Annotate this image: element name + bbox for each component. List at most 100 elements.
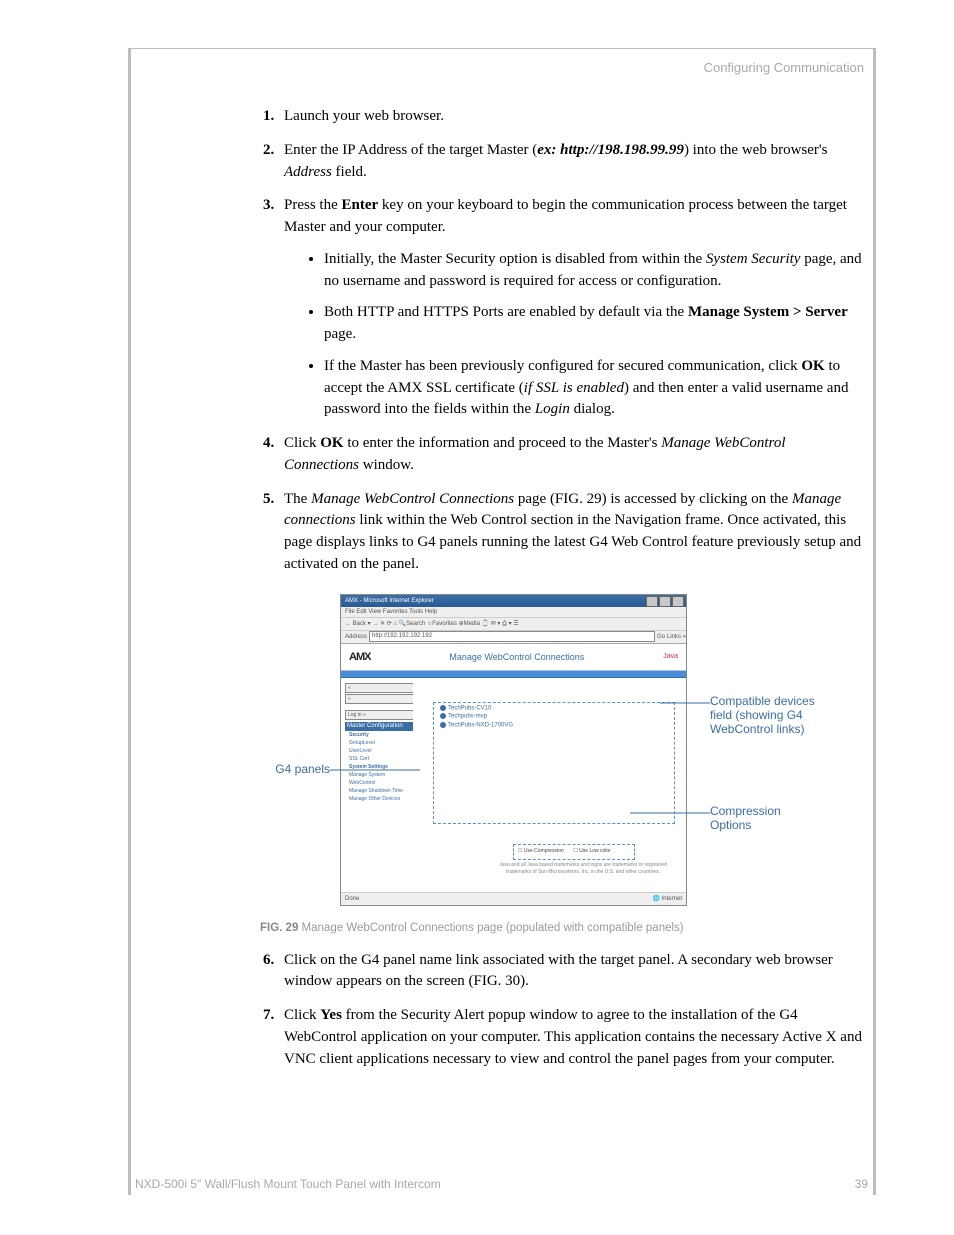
s2-address: Address <box>284 164 332 180</box>
s2c: field. <box>332 164 367 180</box>
b3login: Login <box>535 401 570 417</box>
content-area: Launch your web browser. Enter the IP Ad… <box>160 106 864 1082</box>
b3d: dialog. <box>570 401 615 417</box>
footer-left: NXD-500i 5" Wall/Flush Mount Touch Panel… <box>135 1177 441 1191</box>
s6a: Click on the G4 panel name link associat… <box>284 952 833 990</box>
b2c: page. <box>324 326 356 342</box>
b3i: if SSL is enabled <box>524 380 624 396</box>
step-list: Launch your web browser. Enter the IP Ad… <box>160 106 864 576</box>
nav-security[interactable]: Security <box>345 731 415 739</box>
callout-compression: Compression Options <box>710 804 820 832</box>
address-input[interactable]: http://192.192.192.192 <box>369 631 655 642</box>
bullet-1: Initially, the Master Security option is… <box>324 249 864 293</box>
menu-bar[interactable]: File Edit View Favorites Tools Help <box>341 607 686 618</box>
globe-icon <box>440 722 446 728</box>
address-bar: Address http://192.192.192.192 Go Links … <box>341 631 686 644</box>
s4a: Click <box>284 435 320 451</box>
java-logo: Java <box>663 653 678 660</box>
s4ok: OK <box>320 435 343 451</box>
browser-window: AMX - Microsoft Internet Explorer File E… <box>340 594 687 906</box>
step-4: Click OK to enter the information and pr… <box>278 433 864 477</box>
b3a: If the Master has been previously config… <box>324 358 801 374</box>
rule-left <box>128 48 131 1195</box>
s2b: ) into the web browser's <box>684 142 828 158</box>
maximize-icon[interactable] <box>659 596 671 607</box>
step-5: The Manage WebControl Connections page (… <box>278 489 864 576</box>
nav-sys-2[interactable]: Manage Shutdown Time <box>345 787 415 795</box>
page-header: AMX Manage WebControl Connections Java <box>341 644 686 671</box>
running-header: Configuring Communication <box>704 60 864 75</box>
s4c: window. <box>359 457 414 473</box>
s5b: page (FIG. 29) is accessed by clicking o… <box>514 491 792 507</box>
nav-sec-1[interactable]: UserLevel <box>345 747 415 755</box>
address-label: Address <box>345 631 367 643</box>
s5c: link within the Web Control section in t… <box>284 512 861 572</box>
bullet-3: If the Master has been previously config… <box>324 356 864 421</box>
s3a: Press the <box>284 197 342 213</box>
s7b: from the Security Alert popup window to … <box>284 1007 862 1067</box>
page: Configuring Communication Launch your we… <box>0 0 954 1235</box>
device-link-1[interactable]: Techpubs-mvp <box>440 713 668 720</box>
device-0-label: TechPubs-CV10 <box>448 705 491 711</box>
b3ok: OK <box>801 358 824 374</box>
s3-enter: Enter <box>342 197 379 213</box>
step-2: Enter the IP Address of the target Maste… <box>278 140 864 184</box>
device-link-2[interactable]: TechPubs-NXD-1700VG <box>440 722 668 729</box>
step-1-text: Launch your web browser. <box>284 108 444 124</box>
page-title: Manage WebControl Connections <box>449 652 584 662</box>
devices-box: TechPubs-CV10 Techpubs-mvp TechPubs-NXD-… <box>433 702 675 824</box>
close-icon[interactable] <box>672 596 684 607</box>
nav-sys-0[interactable]: Manage System <box>345 771 415 779</box>
use-low-color-checkbox[interactable]: ☐ Use Low color <box>573 848 611 854</box>
figure-caption: FIG. 29 Manage WebControl Connections pa… <box>260 922 864 934</box>
java-fineprint: Java and all Java based trademarks and l… <box>493 862 673 876</box>
globe-icon <box>440 713 446 719</box>
status-bar: Done 🌐 Internet <box>341 892 686 905</box>
bullet-2: Both HTTP and HTTPS Ports are enabled by… <box>324 302 864 346</box>
globe-icon <box>440 705 446 711</box>
go-button[interactable]: Go <box>657 631 665 643</box>
nav-sec-0[interactable]: GroupLevel <box>345 739 415 747</box>
step-6: Click on the G4 panel name link associat… <box>278 950 864 994</box>
page-footer: NXD-500i 5" Wall/Flush Mount Touch Panel… <box>135 1177 868 1191</box>
callout-devices: Compatible devices field (showing G4 Web… <box>710 694 820 736</box>
main-area: TechPubs-CV10 Techpubs-mvp TechPubs-NXD-… <box>413 678 686 892</box>
b2a: Both HTTP and HTTPS Ports are enabled by… <box>324 304 688 320</box>
step-3-bullets: Initially, the Master Security option is… <box>284 249 864 421</box>
tool-bar[interactable]: ← Back ▾ → ✕ ⟳ ⌂ 🔍Search ☆Favorites ⊕Med… <box>341 618 686 631</box>
rule-top <box>128 48 876 49</box>
amx-logo: AMX <box>349 651 370 663</box>
device-1-label: Techpubs-mvp <box>448 714 487 720</box>
b1a: Initially, the Master Security option is… <box>324 251 706 267</box>
nav-sec-2[interactable]: SSL Cert <box>345 755 415 763</box>
c1-label: Use Compression <box>524 848 564 854</box>
s2-example: ex: http://198.198.99.99 <box>537 142 684 158</box>
callout-g4-panels: G4 panels <box>250 762 330 776</box>
s5a: The <box>284 491 311 507</box>
collapse-1[interactable]: « <box>345 683 415 693</box>
leader-line-compression <box>630 812 710 814</box>
leader-line-devices <box>660 702 710 704</box>
device-link-0[interactable]: TechPubs-CV10 <box>440 705 668 712</box>
collapse-2[interactable]: » <box>345 694 415 704</box>
s7yes: Yes <box>320 1007 342 1023</box>
s5i1: Manage WebControl Connections <box>311 491 514 507</box>
s7a: Click <box>284 1007 320 1023</box>
step-7: Click Yes from the Security Alert popup … <box>278 1005 864 1070</box>
login-button[interactable]: Log in » <box>345 710 415 720</box>
caption-bold: FIG. 29 <box>260 922 298 934</box>
rule-right <box>873 48 876 1195</box>
nav-sys-1[interactable]: WebControl <box>345 779 415 787</box>
s2a: Enter the IP Address of the target Maste… <box>284 142 537 158</box>
step-3: Press the Enter key on your keyboard to … <box>278 195 864 421</box>
b2b: Manage System > Server <box>688 304 848 320</box>
links-button[interactable]: Links » <box>667 631 686 643</box>
use-compression-checkbox[interactable]: ☐ Use Compression <box>518 848 564 854</box>
header-strip <box>341 671 686 678</box>
minimize-icon[interactable] <box>646 596 658 607</box>
nav-header: Master Configuration Navigation <box>345 722 415 731</box>
s4b: to enter the information and proceed to … <box>344 435 662 451</box>
device-2-label: TechPubs-NXD-1700VG <box>448 722 513 728</box>
nav-sys-3[interactable]: Manage Other Devices <box>345 795 415 803</box>
caption-text: Manage WebControl Connections page (popu… <box>298 922 683 934</box>
